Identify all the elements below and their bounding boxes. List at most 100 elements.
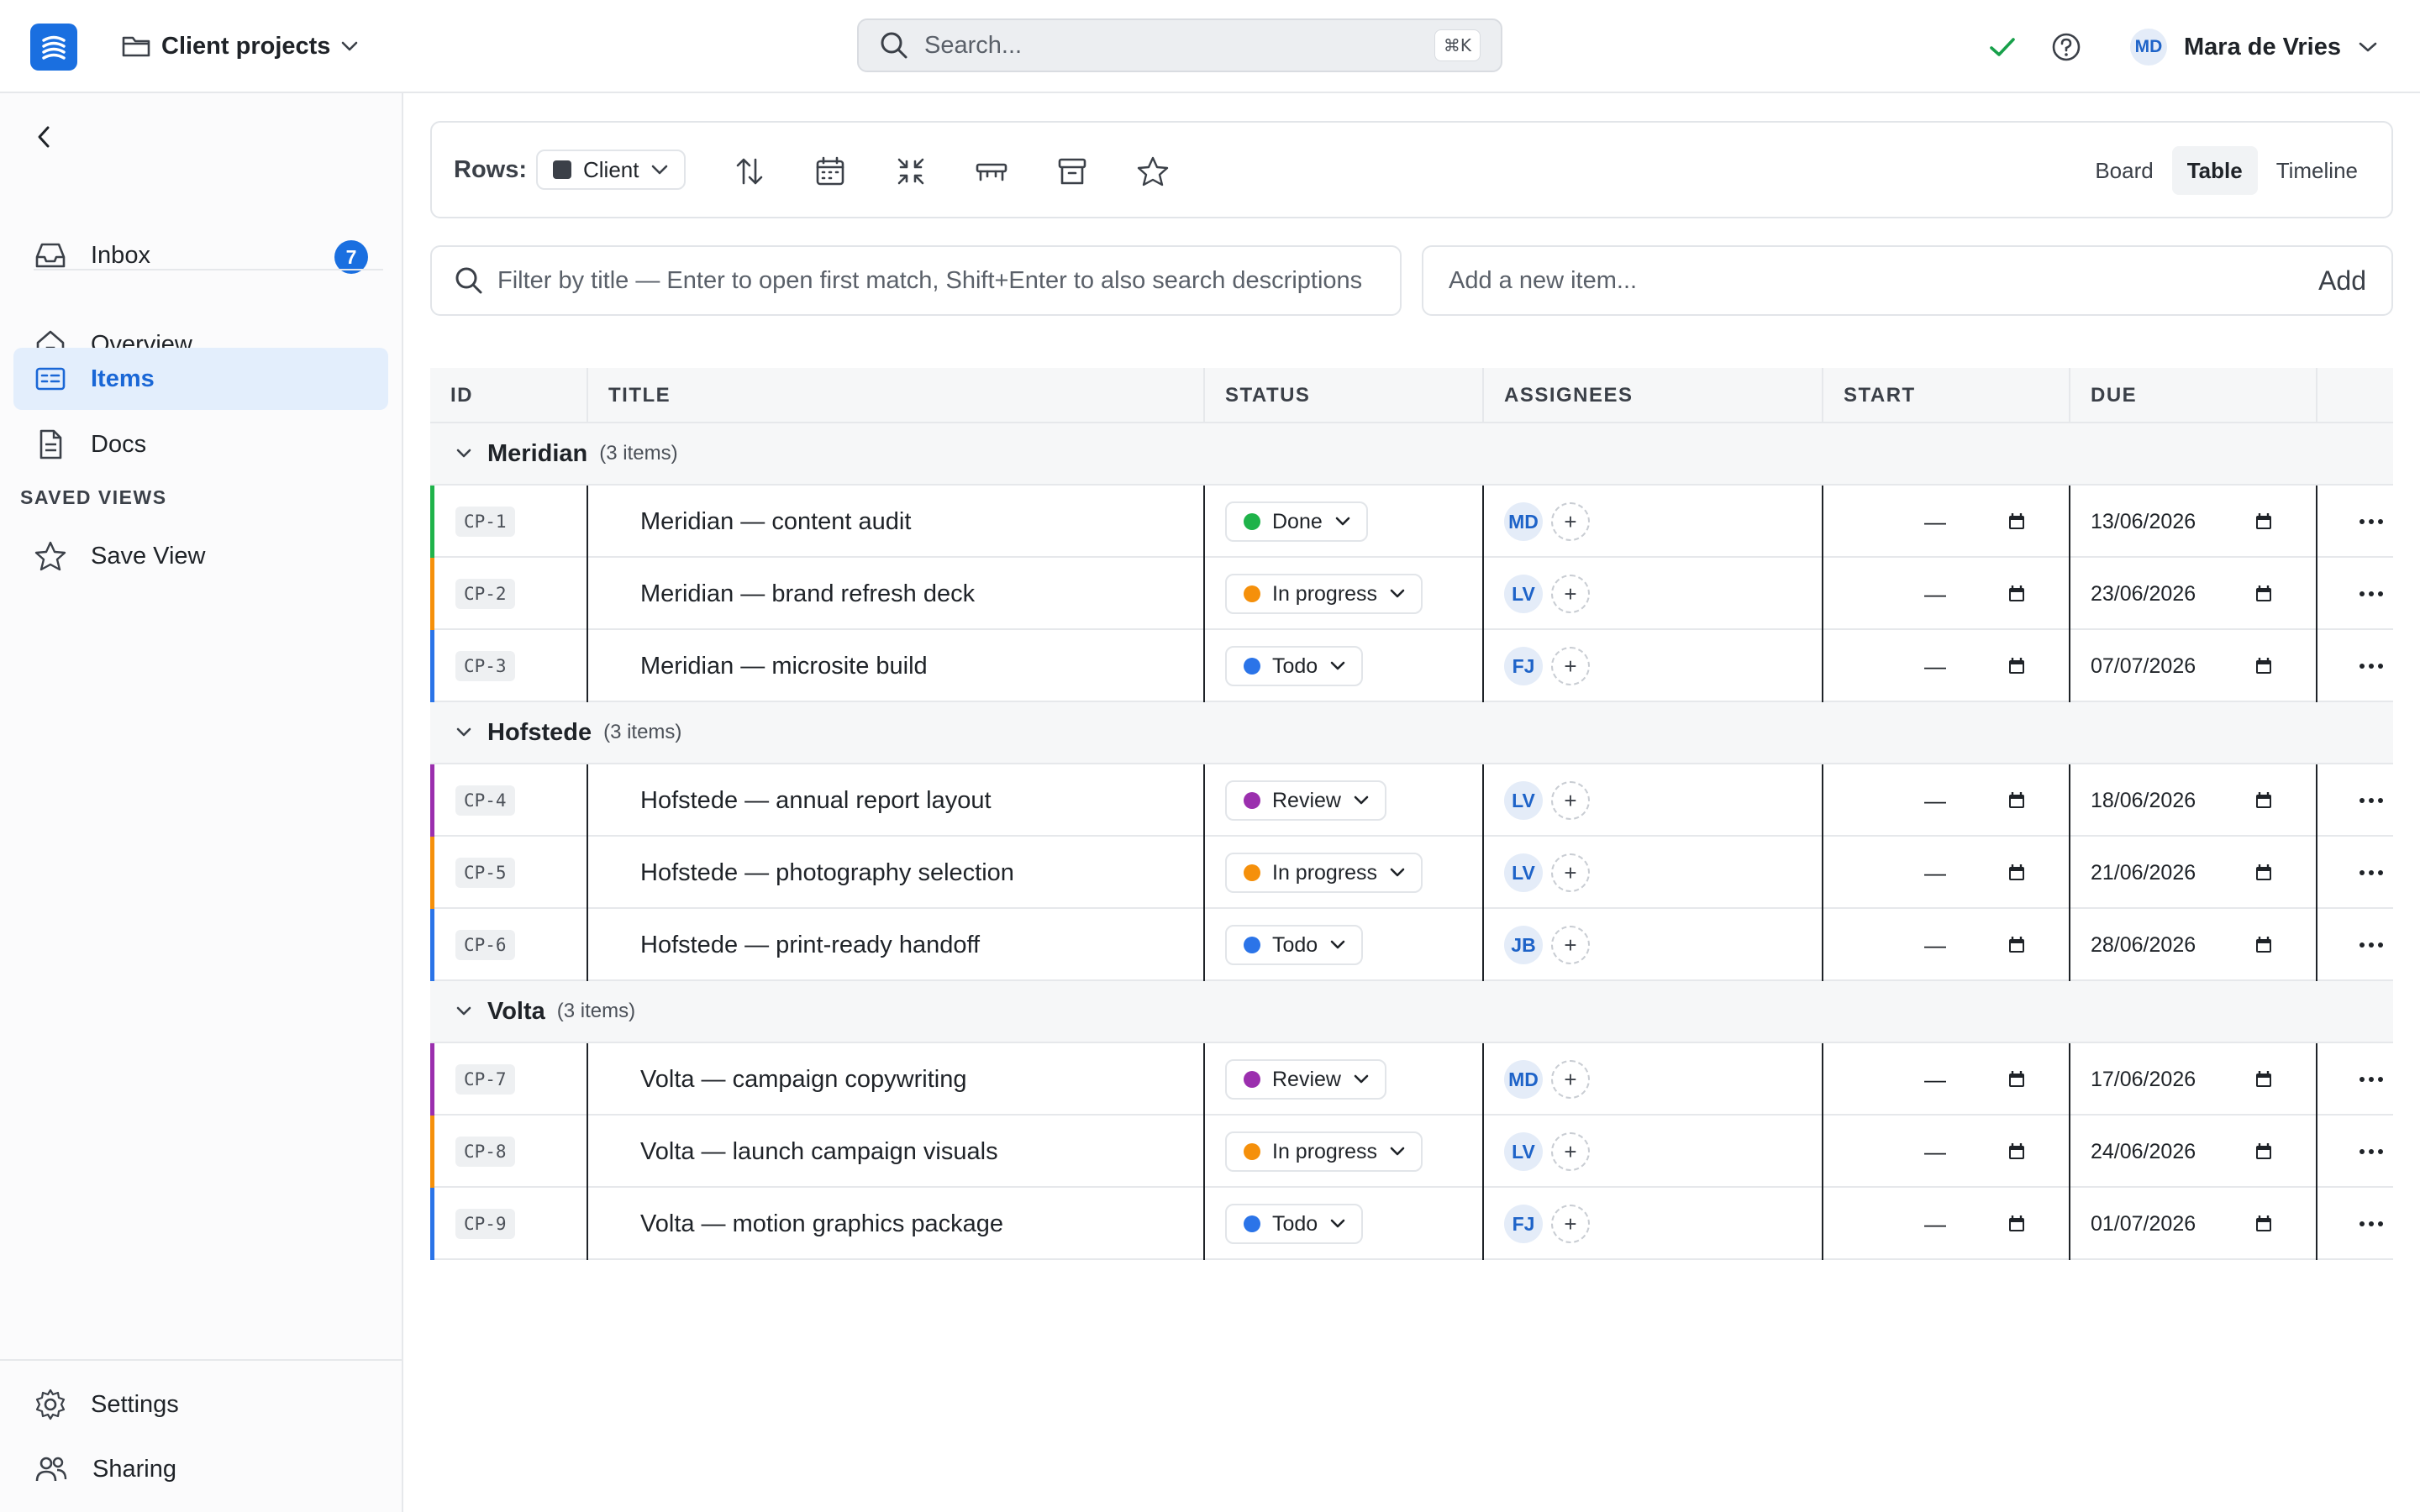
filter-input[interactable]: Filter by title — Enter to open first ma… xyxy=(430,245,1402,316)
due-cell[interactable]: 23/06/2026 xyxy=(2069,558,2316,630)
add-assignee-button[interactable]: + xyxy=(1551,575,1590,613)
group-header[interactable]: Volta (3 items) xyxy=(430,981,2393,1043)
start-cell[interactable]: — xyxy=(1822,764,2069,837)
item-title[interactable]: Volta — launch campaign visuals xyxy=(640,1138,998,1166)
start-cell[interactable]: — xyxy=(1822,837,2069,909)
group-header[interactable]: Meridian (3 items) xyxy=(430,423,2393,486)
due-date-picker-button[interactable] xyxy=(2254,1069,2274,1089)
start-cell[interactable]: — xyxy=(1822,558,2069,630)
row-actions-button[interactable] xyxy=(2358,1147,2385,1156)
table-row[interactable]: CP-6 Hofstede — print-ready handoff Todo JB… xyxy=(430,909,2393,981)
user-avatar[interactable]: MD xyxy=(2130,29,2167,66)
sidebar-item-docs[interactable]: Docs xyxy=(13,413,388,475)
tab-board[interactable]: Board xyxy=(2080,146,2168,195)
column-header-assignees[interactable]: ASSIGNEES xyxy=(1482,368,1822,423)
add-item-button[interactable]: Add xyxy=(2318,265,2366,297)
due-date-picker-button[interactable] xyxy=(2254,790,2274,811)
sidebar-item-inbox[interactable]: Inbox 7 xyxy=(13,224,388,286)
user-name[interactable]: Mara de Vries xyxy=(2184,34,2341,61)
status-select[interactable]: Review xyxy=(1225,780,1386,821)
start-date-picker-button[interactable] xyxy=(2007,656,2027,676)
date-filter-button[interactable] xyxy=(810,151,850,192)
table-row[interactable]: CP-7 Volta — campaign copywriting Review MD… xyxy=(430,1043,2393,1116)
due-date[interactable]: 18/06/2026 xyxy=(2091,789,2196,813)
add-assignee-button[interactable]: + xyxy=(1551,853,1590,892)
item-title[interactable]: Meridian — microsite build xyxy=(640,653,928,680)
archive-button[interactable] xyxy=(1052,151,1092,192)
due-date[interactable]: 13/06/2026 xyxy=(2091,510,2196,534)
column-header-id[interactable]: ID xyxy=(430,368,587,423)
status-select[interactable]: Review xyxy=(1225,1059,1386,1100)
due-date[interactable]: 23/06/2026 xyxy=(2091,582,2196,606)
item-title[interactable]: Hofstede — photography selection xyxy=(640,859,1014,887)
due-cell[interactable]: 17/06/2026 xyxy=(2069,1043,2316,1116)
item-title[interactable]: Hofstede — annual report layout xyxy=(640,787,992,815)
assignee-avatar[interactable]: LV xyxy=(1504,1132,1543,1171)
table-row[interactable]: CP-9 Volta — motion graphics package Todo F… xyxy=(430,1188,2393,1260)
due-date[interactable]: 28/06/2026 xyxy=(2091,933,2196,958)
start-cell[interactable]: — xyxy=(1822,909,2069,981)
sidebar-item-settings[interactable]: Settings xyxy=(13,1373,388,1436)
table-row[interactable]: CP-5 Hofstede — photography selection In p… xyxy=(430,837,2393,909)
item-title[interactable]: Volta — campaign copywriting xyxy=(640,1066,966,1094)
project-switcher[interactable]: Client projects xyxy=(121,25,359,67)
assignee-avatar[interactable]: LV xyxy=(1504,781,1543,820)
status-select[interactable]: Done xyxy=(1225,501,1368,542)
due-cell[interactable]: 24/06/2026 xyxy=(2069,1116,2316,1188)
due-date-picker-button[interactable] xyxy=(2254,1214,2274,1234)
status-select[interactable]: In progress xyxy=(1225,1131,1423,1172)
assignee-avatar[interactable]: MD xyxy=(1504,1060,1543,1099)
due-date-picker-button[interactable] xyxy=(2254,584,2274,604)
global-search[interactable]: Search... ⌘K xyxy=(857,18,1502,72)
due-cell[interactable]: 21/06/2026 xyxy=(2069,837,2316,909)
row-actions-button[interactable] xyxy=(2358,590,2385,598)
sidebar-item-sharing[interactable]: Sharing xyxy=(13,1438,388,1500)
table-row[interactable]: CP-1 Meridian — content audit Done MD + — 13/0… xyxy=(430,486,2393,558)
assignee-avatar[interactable]: JB xyxy=(1504,926,1543,964)
assignee-avatar[interactable]: MD xyxy=(1504,502,1543,541)
assignee-avatar[interactable]: FJ xyxy=(1504,1205,1543,1243)
assignee-avatar[interactable]: LV xyxy=(1504,853,1543,892)
due-date-picker-button[interactable] xyxy=(2254,656,2274,676)
add-assignee-button[interactable]: + xyxy=(1551,502,1590,541)
table-row[interactable]: CP-4 Hofstede — annual report layout Revie… xyxy=(430,764,2393,837)
row-actions-button[interactable] xyxy=(2358,796,2385,805)
row-actions-button[interactable] xyxy=(2358,1075,2385,1084)
column-header-status[interactable]: STATUS xyxy=(1203,368,1482,423)
add-assignee-button[interactable]: + xyxy=(1551,781,1590,820)
sidebar-item-items[interactable]: Items xyxy=(13,348,388,410)
sort-button[interactable] xyxy=(729,151,770,192)
add-assignee-button[interactable]: + xyxy=(1551,1205,1590,1243)
column-header-due[interactable]: DUE xyxy=(2069,368,2316,423)
row-actions-button[interactable] xyxy=(2358,941,2385,949)
column-header-title[interactable]: TITLE xyxy=(587,368,1203,423)
help-button[interactable] xyxy=(2044,25,2088,69)
due-date[interactable]: 24/06/2026 xyxy=(2091,1140,2196,1164)
due-cell[interactable]: 07/07/2026 xyxy=(2069,630,2316,702)
status-select[interactable]: Todo xyxy=(1225,1204,1364,1244)
row-actions-button[interactable] xyxy=(2358,869,2385,877)
status-select[interactable]: Todo xyxy=(1225,646,1364,686)
add-assignee-button[interactable]: + xyxy=(1551,926,1590,964)
table-row[interactable]: CP-8 Volta — launch campaign visuals In pr… xyxy=(430,1116,2393,1188)
due-date[interactable]: 07/07/2026 xyxy=(2091,654,2196,679)
start-cell[interactable]: — xyxy=(1822,630,2069,702)
due-date-picker-button[interactable] xyxy=(2254,512,2274,532)
tab-timeline[interactable]: Timeline xyxy=(2261,146,2373,195)
add-assignee-button[interactable]: + xyxy=(1551,647,1590,685)
start-date-picker-button[interactable] xyxy=(2007,790,2027,811)
item-title[interactable]: Meridian — brand refresh deck xyxy=(640,580,975,608)
chevron-down-icon[interactable] xyxy=(2358,41,2378,53)
row-actions-button[interactable] xyxy=(2358,662,2385,670)
column-header-start[interactable]: START xyxy=(1822,368,2069,423)
status-select[interactable]: In progress xyxy=(1225,574,1423,614)
rows-grouping-select[interactable]: Client xyxy=(536,150,687,190)
start-date-picker-button[interactable] xyxy=(2007,512,2027,532)
table-row[interactable]: CP-3 Meridian — microsite build Todo FJ + — 07… xyxy=(430,630,2393,702)
add-assignee-button[interactable]: + xyxy=(1551,1060,1590,1099)
sync-status-button[interactable] xyxy=(1981,25,2024,69)
group-header[interactable]: Hofstede (3 items) xyxy=(430,702,2393,764)
start-date-picker-button[interactable] xyxy=(2007,1142,2027,1162)
save-view-button[interactable]: Save View xyxy=(13,525,388,587)
row-actions-button[interactable] xyxy=(2358,517,2385,526)
